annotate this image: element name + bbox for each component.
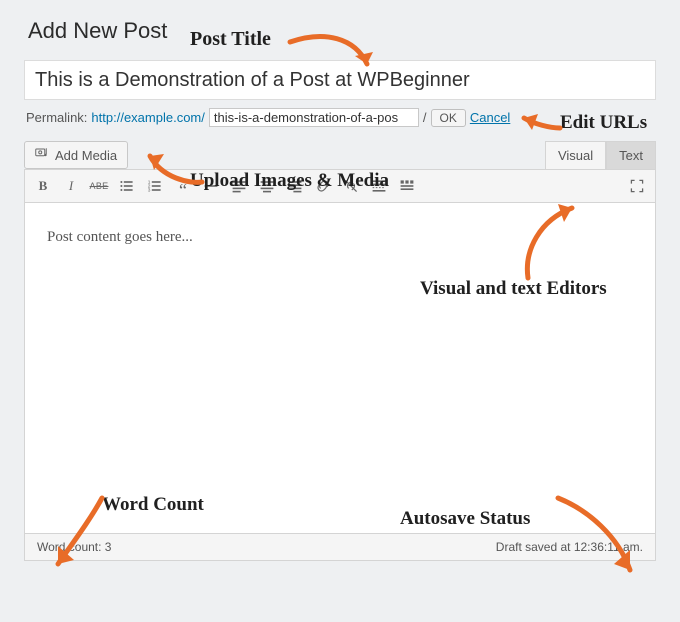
post-content-editor[interactable]: Post content goes here... [25, 203, 655, 533]
tab-visual[interactable]: Visual [545, 141, 606, 169]
editor-toolbar: B I ABE 123 “ [25, 170, 655, 203]
italic-button[interactable]: I [57, 174, 85, 198]
editor-status-bar: Word count: 3 Draft saved at 12:36:11 am… [25, 533, 655, 560]
svg-text:3: 3 [148, 188, 151, 194]
tab-text[interactable]: Text [606, 141, 656, 169]
permalink-slash: / [423, 110, 427, 125]
permalink-bar: Permalink: http://example.com/ / OK Canc… [26, 108, 654, 127]
bold-button[interactable]: B [29, 174, 57, 198]
autosave-status-text: Draft saved at 12:36:11 am. [496, 540, 643, 554]
permalink-slug-input[interactable] [209, 108, 419, 127]
remove-link-button[interactable] [337, 174, 365, 198]
permalink-label: Permalink: [26, 110, 87, 125]
editor: B I ABE 123 “ [24, 169, 656, 561]
horizontal-rule-button[interactable] [197, 174, 225, 198]
add-media-button[interactable]: Add Media [24, 141, 128, 169]
editor-tabs: Visual Text [545, 141, 656, 169]
numbered-list-button[interactable]: 123 [141, 174, 169, 198]
blockquote-button[interactable]: “ [169, 174, 197, 198]
permalink-ok-button[interactable]: OK [431, 109, 466, 127]
add-media-label: Add Media [55, 148, 117, 163]
toolbar-toggle-button[interactable] [393, 174, 421, 198]
insert-more-button[interactable] [365, 174, 393, 198]
fullscreen-button[interactable] [623, 174, 651, 198]
permalink-base-url: http://example.com/ [91, 110, 204, 125]
word-count-text: Word count: 3 [37, 540, 111, 554]
permalink-cancel-link[interactable]: Cancel [470, 110, 510, 125]
page-heading: Add New Post [28, 18, 656, 44]
align-right-button[interactable] [281, 174, 309, 198]
strikethrough-button[interactable]: ABE [85, 174, 113, 198]
align-center-button[interactable] [253, 174, 281, 198]
camera-music-icon [35, 146, 50, 164]
post-title-input[interactable] [24, 60, 656, 100]
bulleted-list-button[interactable] [113, 174, 141, 198]
insert-link-button[interactable] [309, 174, 337, 198]
align-left-button[interactable] [225, 174, 253, 198]
